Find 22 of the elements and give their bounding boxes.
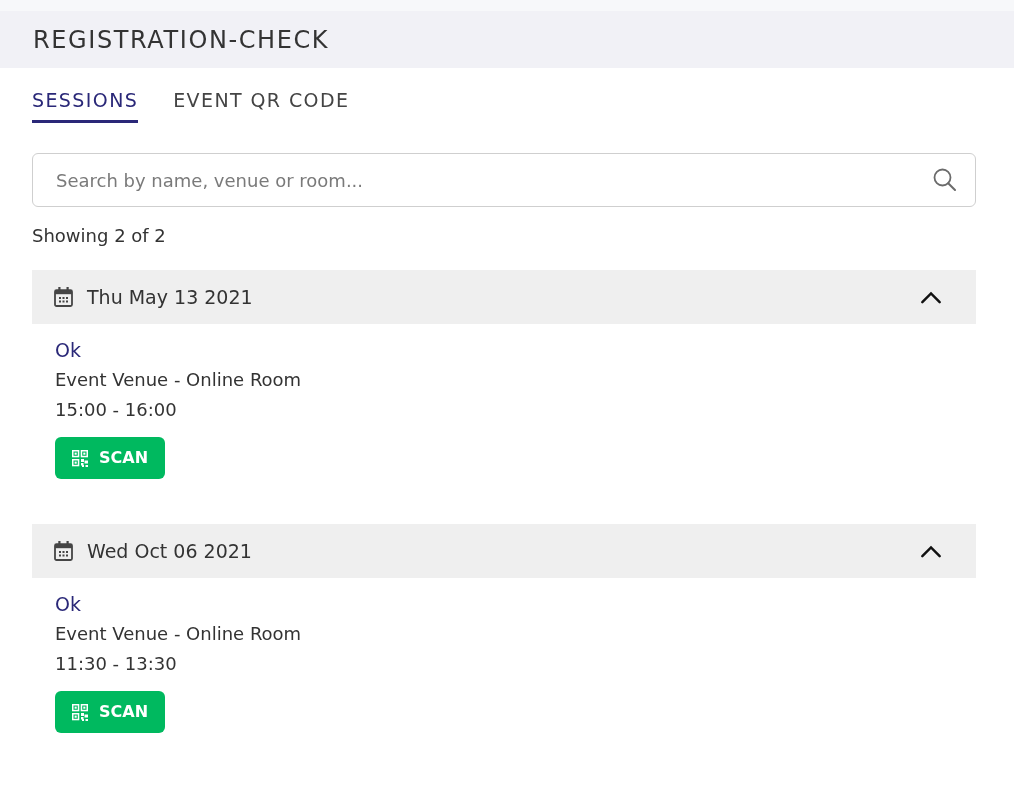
- qr-code-icon: [72, 449, 88, 467]
- tab[interactable]: SESSIONS: [32, 88, 139, 123]
- session-location: Event Venue - Online Room: [55, 622, 303, 646]
- session-name: Ok: [55, 338, 82, 363]
- search-field[interactable]: Search by name, venue or room...: [32, 153, 976, 207]
- date-header[interactable]: Thu May 13 2021: [32, 270, 976, 324]
- calendar-icon: [54, 287, 73, 307]
- date-header[interactable]: Wed Oct 06 2021: [32, 524, 976, 578]
- session-time: 15:00 - 16:00: [55, 398, 178, 422]
- chevron-up-icon[interactable]: [920, 544, 942, 558]
- search-icon[interactable]: [933, 168, 956, 191]
- date-label: Wed Oct 06 2021: [87, 539, 252, 563]
- date-label: Thu May 13 2021: [87, 285, 253, 309]
- tab[interactable]: EVENT QR CODE: [173, 88, 350, 123]
- chevron-up-icon[interactable]: [920, 290, 942, 304]
- session-time: 11:30 - 13:30: [55, 652, 178, 676]
- result-count: Showing 2 of 2: [32, 224, 167, 248]
- session-location: Event Venue - Online Room: [55, 368, 303, 392]
- qr-code-icon: [72, 703, 88, 721]
- calendar-icon: [54, 541, 73, 561]
- app-title: REGISTRATION-CHECK: [33, 24, 330, 55]
- session-name: Ok: [55, 592, 82, 617]
